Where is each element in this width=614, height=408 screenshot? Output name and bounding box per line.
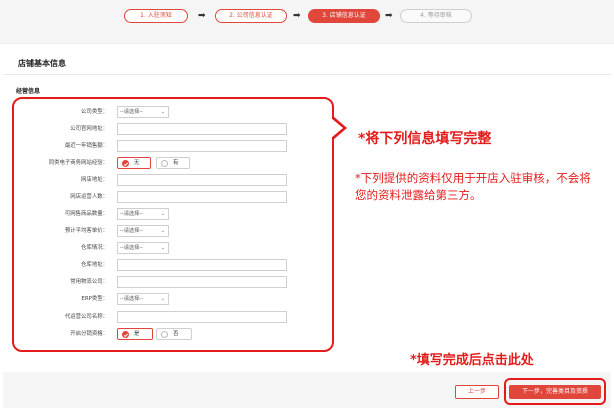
next-button[interactable]: 下一步，完善类目及资质 xyxy=(509,385,601,399)
divider xyxy=(3,74,611,75)
step-4-label: 4. 等待审核 xyxy=(420,12,452,19)
arrow-right-icon: ➡ xyxy=(385,11,393,21)
step-2-label: 2. 公司信息认证 xyxy=(229,12,273,19)
annotation-main: *将下列信息填写完整 xyxy=(358,131,492,147)
callout-pointer xyxy=(331,116,347,140)
annotation-click-here: *填写完成后点击此处 xyxy=(410,353,534,368)
arrow-right-icon: ➡ xyxy=(198,11,206,21)
step-1: 1. 入驻须知 xyxy=(124,9,188,23)
step-1-label: 1. 入驻须知 xyxy=(140,12,172,19)
step-4: 4. 等待审核 xyxy=(400,9,472,23)
annotation-privacy: *下列提供的资料仅用于开店入驻审核，不会将您的资料泄露给第三方。 xyxy=(355,171,591,202)
step-3-label: 3. 店铺信息认证 xyxy=(322,12,366,19)
section-title: 店铺基本信息 xyxy=(18,59,66,68)
arrow-right-icon: ➡ xyxy=(293,11,301,21)
section-subtitle: 经营信息 xyxy=(16,88,41,95)
progress-steps: 1. 入驻须知 ➡ 2. 公司信息认证 ➡ 3. 店铺信息认证 ➡ 4. 等待审… xyxy=(0,0,614,44)
prev-button[interactable]: 上一步 xyxy=(455,385,499,399)
highlight-box xyxy=(12,97,334,352)
step-2: 2. 公司信息认证 xyxy=(215,9,287,23)
step-3: 3. 店铺信息认证 xyxy=(308,9,380,23)
